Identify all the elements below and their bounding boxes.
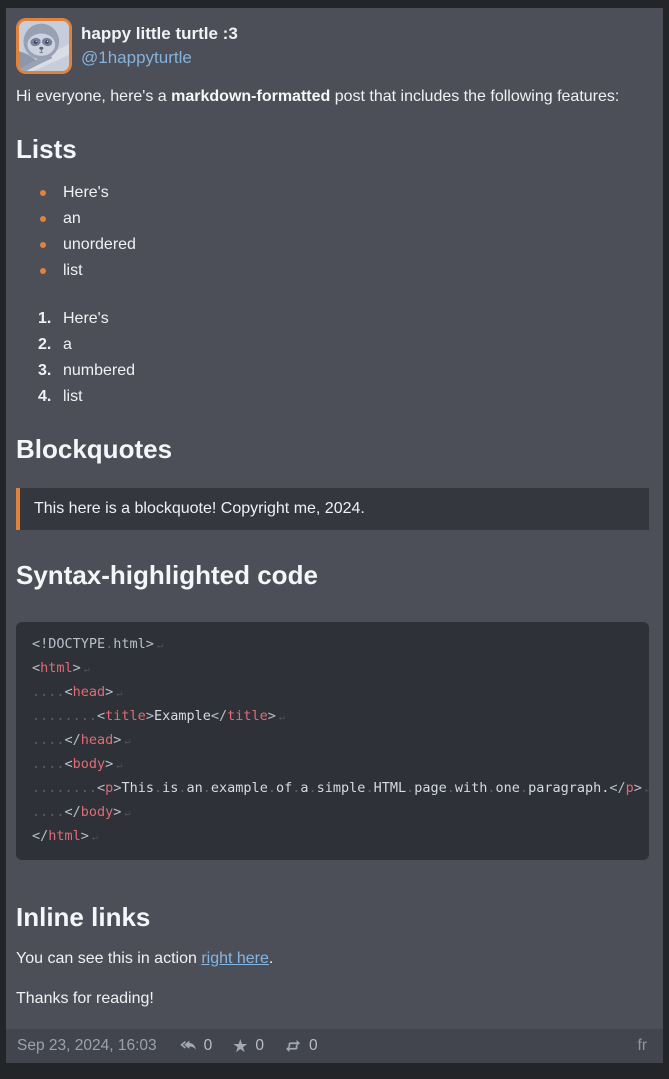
post-card: happy little turtle :3 @1happyturtle Hi … (6, 8, 663, 1063)
end-of-line-mark: ↵ (645, 784, 649, 795)
links-paragraph: You can see this in action right here. (16, 946, 649, 972)
code-line: ....</head>↵ (32, 728, 633, 752)
list-item: an (63, 206, 649, 232)
favourite-button[interactable]: ★ 0 (232, 1037, 264, 1055)
language-badge: fr (638, 1037, 647, 1055)
star-icon: ★ (232, 1037, 248, 1055)
blockquote: This here is a blockquote! Copyright me,… (16, 488, 649, 530)
code-block: <!DOCTYPE.html>↵<html>↵....<head>↵......… (16, 622, 649, 860)
end-of-line-mark: ↵ (116, 760, 122, 771)
ordered-list-item: numbered (63, 358, 649, 384)
section-heading-code: Syntax-highlighted code (16, 560, 649, 590)
boost-icon (284, 1037, 302, 1055)
code-line: ....<body>↵ (32, 752, 633, 776)
end-of-line-mark: ↵ (92, 832, 98, 843)
end-of-line-mark: ↵ (124, 736, 130, 747)
list-item: unordered (63, 232, 649, 258)
intro-text: Hi everyone, here's a (16, 88, 171, 105)
list-item: Here's (63, 180, 649, 206)
intro-text-after: post that includes the following feature… (330, 88, 619, 105)
code-line: <!DOCTYPE.html>↵ (32, 632, 633, 656)
links-text-after: . (269, 950, 273, 967)
intro-paragraph: Hi everyone, here's a markdown-formatted… (16, 84, 649, 110)
inline-link[interactable]: right here (201, 950, 269, 967)
reply-count: 0 (204, 1037, 213, 1055)
end-of-line-mark: ↵ (124, 808, 130, 819)
favourite-count: 0 (255, 1037, 264, 1055)
author-block: happy little turtle :3 @1happyturtle (81, 22, 238, 70)
reply-button[interactable]: 0 (179, 1037, 213, 1055)
end-of-line-mark: ↵ (116, 688, 122, 699)
ordered-list: Here'sanumberedlist (16, 306, 649, 410)
ordered-list-item: Here's (63, 306, 649, 332)
blockquote-text: This here is a blockquote! Copyright me,… (34, 496, 635, 522)
code-line: <html>↵ (32, 656, 633, 680)
list-item: list (63, 258, 649, 284)
code-line: ....</body>↵ (32, 800, 633, 824)
code-line: ........<p>This.is.an.example.of.a.simpl… (32, 776, 633, 800)
post-footer: Sep 23, 2024, 16:03 0 ★ 0 0 fr (6, 1029, 663, 1063)
post-header: happy little turtle :3 @1happyturtle (16, 18, 649, 74)
unordered-list: Here'sanunorderedlist (16, 180, 649, 284)
post-stats: 0 ★ 0 0 (179, 1037, 318, 1055)
links-text: You can see this in action (16, 950, 201, 967)
avatar[interactable] (16, 18, 72, 74)
handle-link[interactable]: @1happyturtle (81, 48, 192, 67)
timestamp[interactable]: Sep 23, 2024, 16:03 (17, 1037, 157, 1055)
section-heading-lists: Lists (16, 134, 649, 164)
post-content: Hi everyone, here's a markdown-formatted… (16, 84, 649, 1012)
code-line: ....<head>↵ (32, 680, 633, 704)
intro-bold-text: markdown-formatted (171, 88, 330, 105)
end-of-line-mark: ↵ (84, 664, 90, 675)
ordered-list-item: a (63, 332, 649, 358)
closing-paragraph: Thanks for reading! (16, 986, 649, 1012)
end-of-line-mark: ↵ (157, 640, 163, 651)
boost-button[interactable]: 0 (284, 1037, 318, 1055)
boost-count: 0 (309, 1037, 318, 1055)
ordered-list-item: list (63, 384, 649, 410)
sloth-avatar-image (19, 21, 69, 71)
code-line: ........<title>Example</title>↵ (32, 704, 633, 728)
end-of-line-mark: ↵ (279, 712, 285, 723)
section-heading-blockquotes: Blockquotes (16, 434, 649, 464)
code-line: </html>↵ (32, 824, 633, 848)
display-name: happy little turtle :3 (81, 22, 238, 46)
post-main: happy little turtle :3 @1happyturtle Hi … (6, 8, 663, 1029)
section-heading-links: Inline links (16, 902, 649, 932)
reply-icon (179, 1037, 197, 1055)
